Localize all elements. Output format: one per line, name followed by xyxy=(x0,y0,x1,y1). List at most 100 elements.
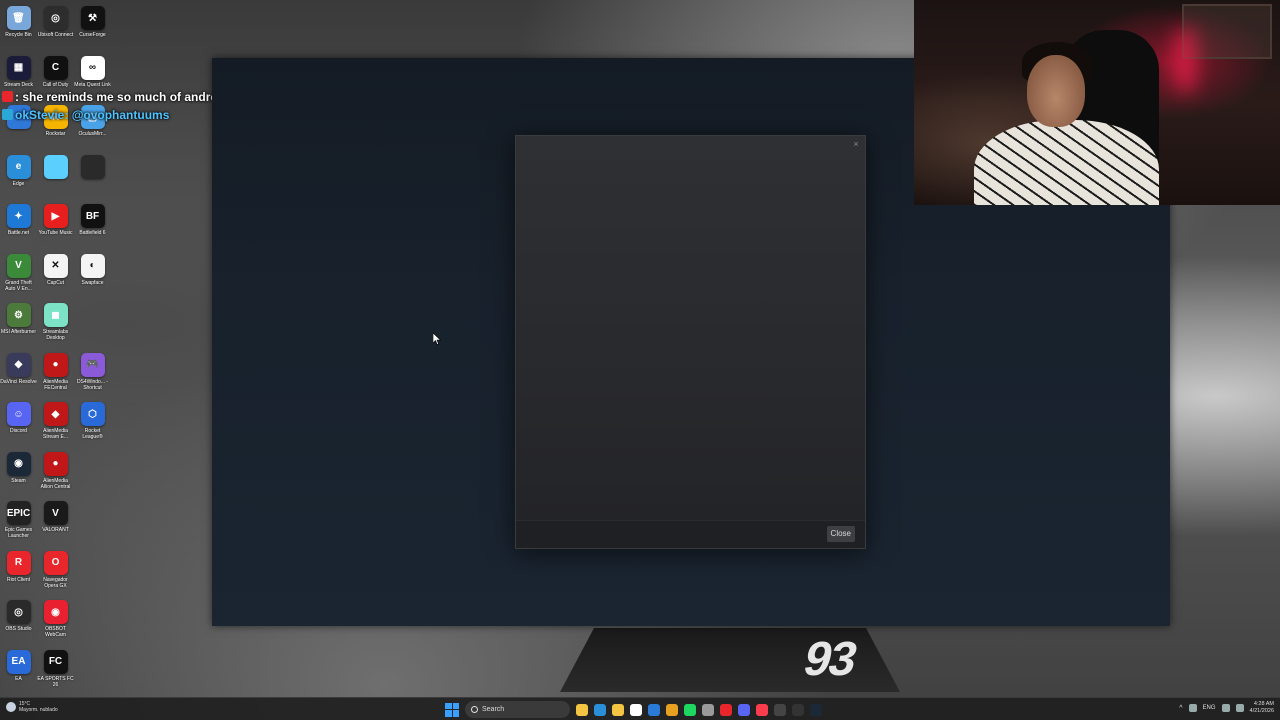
desktop-icon[interactable]: 🎮 DS4Windo... - Shortcut xyxy=(74,349,111,399)
chat-avatar-icon xyxy=(2,109,13,120)
stream-chat-overlay: : she reminds me so much of andrea 0____… xyxy=(2,88,287,124)
desktop-icon[interactable]: BF Battlefield 6 xyxy=(74,200,111,250)
desktop-icon-label: AlienMedia FECentral xyxy=(43,378,68,391)
desktop-icon[interactable]: e Edge xyxy=(0,151,37,201)
desktop-icon-label: Swapface xyxy=(81,279,104,286)
discord-icon[interactable] xyxy=(738,703,750,716)
desktop-icon[interactable]: ◎ OBS Studio xyxy=(0,596,37,646)
music-icon[interactable] xyxy=(756,703,768,716)
desktop-icon[interactable] xyxy=(37,151,74,201)
desktop-icon[interactable]: ✦ Battle.net xyxy=(0,200,37,250)
desktop-icon-label: Steam xyxy=(11,477,26,484)
valorant-icon: V xyxy=(43,501,68,525)
obs-icon[interactable] xyxy=(792,703,804,716)
search-label: Search xyxy=(482,706,505,713)
clock[interactable]: 4:28 AM 4/21/2026 xyxy=(1250,701,1274,715)
desktop-icon[interactable]: ▶ YouTube Music xyxy=(37,200,74,250)
obs-icon: ◎ xyxy=(6,600,31,624)
desktop-icon[interactable]: ● AlienMedia FECentral xyxy=(37,349,74,399)
desktop-icon[interactable]: ⚒ CurseForge xyxy=(74,2,111,52)
desktop-icon[interactable]: ● AlienMedia Allion Central xyxy=(37,448,74,498)
desktop-icon[interactable]: ◎ Ubisoft Connect xyxy=(37,2,74,52)
steam-icon[interactable] xyxy=(810,703,822,716)
desktop-icon[interactable]: V VALORANT xyxy=(37,497,74,547)
desktop-icon-label: OBS Studio xyxy=(5,626,32,632)
desktop-icon[interactable]: ◆ AlienMedia Stream E... xyxy=(37,398,74,448)
desktop-icon-label: Rocket League® xyxy=(82,428,103,440)
desktop-icon[interactable]: ◉ Steam xyxy=(0,448,37,498)
desktop-icon-label: MSI Afterburner xyxy=(0,329,36,335)
streamer-face xyxy=(1027,55,1085,127)
alienmedia-stream-icon: ◆ xyxy=(43,402,68,426)
weather-cloud-icon xyxy=(6,702,16,712)
streamdeck-icon[interactable] xyxy=(774,703,786,716)
desktop-icon[interactable]: 🗑 Recycle Bin xyxy=(0,2,37,52)
desktop-icon-label: EA SPORTS FC 26 xyxy=(37,675,74,688)
riot-client-icon: R xyxy=(6,550,31,575)
windows-start-icon[interactable] xyxy=(445,702,459,717)
weather-text: 15°C Mayorm. nublado xyxy=(19,701,58,713)
volume-icon[interactable] xyxy=(1235,704,1244,712)
desktop-icon-label: YouTube Music xyxy=(38,230,73,236)
alien-central-icon: ● xyxy=(43,451,68,476)
desktop-icon[interactable]: EA EA xyxy=(0,646,37,696)
edge-icon[interactable] xyxy=(594,703,606,716)
desktop-icon-label: Streamlabs Desktop xyxy=(42,329,69,341)
rocket-league-icon: ⬡ xyxy=(80,402,105,426)
file-explorer-icon[interactable] xyxy=(576,703,588,716)
desktop-icon-label: Recycle Bin xyxy=(5,32,32,38)
opera-gx-icon: O xyxy=(43,550,68,575)
blank-icon xyxy=(80,154,105,179)
chrome-icon[interactable] xyxy=(666,703,678,716)
desktop-icon-label: AlienMedia Allion Central xyxy=(40,477,71,490)
desktop-icon[interactable]: ◉ OBSBOT WebCam xyxy=(37,596,74,646)
network-icon[interactable] xyxy=(1221,704,1230,712)
desktop-icon-label: CurseForge xyxy=(79,32,106,38)
desktop-icon-label xyxy=(74,181,111,193)
system-tray: ^ ENG 4:28 AM 4/21/2026 xyxy=(1179,701,1274,715)
explorer-icon[interactable] xyxy=(612,703,624,716)
close-button[interactable]: Close xyxy=(826,526,855,542)
alienmedia-icon: ● xyxy=(43,352,68,377)
desktop-icon-label: EA xyxy=(15,675,22,682)
desktop-icon-label: Battlefield 6 xyxy=(79,230,106,236)
youtube-music-icon: ▶ xyxy=(43,204,68,228)
chat-message: okStevie: @ovophantuums xyxy=(2,106,202,124)
desktop-icon[interactable]: ⚙ MSI Afterburner xyxy=(0,299,37,349)
wall-frames xyxy=(1182,4,1272,59)
desktop-icon[interactable] xyxy=(74,151,111,201)
settings-icon[interactable] xyxy=(702,703,714,716)
recycle-bin-icon: 🗑 xyxy=(6,6,31,30)
clock-date: 4/21/2026 xyxy=(1249,708,1274,714)
desktop-icon-label: Battle.net xyxy=(7,230,30,236)
desktop-icon[interactable]: ⬡ Rocket League® xyxy=(74,398,111,448)
close-icon[interactable]: × xyxy=(850,138,862,150)
mail-icon[interactable] xyxy=(648,703,660,716)
desktop-icon[interactable]: EPIC Epic Games Launcher xyxy=(0,497,37,547)
taskbar-center: Search xyxy=(445,701,822,718)
desktop-icon[interactable]: ◆ DaVinci Resolve xyxy=(0,349,37,399)
desktop-icon[interactable]: FC EA SPORTS FC 26 xyxy=(37,646,74,696)
opera-gx-icon[interactable] xyxy=(720,703,732,716)
desktop-icon[interactable]: ☺ Discord xyxy=(0,398,37,448)
desktop-icon-label xyxy=(0,131,37,143)
ea-icon: EA xyxy=(6,649,31,674)
chevron-up-icon[interactable]: ^ xyxy=(1179,705,1182,712)
desktop-icon[interactable]: O Navegador Opera GX xyxy=(37,547,74,597)
weather-widget[interactable]: 15°C Mayorm. nublado xyxy=(6,701,58,713)
tray-app-icon[interactable] xyxy=(1188,704,1197,712)
language-indicator[interactable]: ENG xyxy=(1203,705,1216,711)
chat-avatar-icon xyxy=(2,91,13,102)
desktop-icon[interactable]: V Grand Theft Auto V En... xyxy=(0,250,37,300)
ds4windows-icon: 🎮 xyxy=(80,352,105,377)
spotify-icon[interactable] xyxy=(684,703,696,716)
desktop-icon[interactable]: ◐ Swapface xyxy=(74,250,111,300)
streamlabs-icon: ◼ xyxy=(43,303,68,327)
desktop-icon[interactable]: ✕ CapCut xyxy=(37,250,74,300)
store-icon[interactable] xyxy=(630,703,642,716)
taskbar-search[interactable]: Search xyxy=(465,701,570,718)
desktop-icon[interactable]: ◼ Streamlabs Desktop xyxy=(37,299,74,349)
desktop-icon-label: Riot Client xyxy=(6,576,31,583)
desktop-icon[interactable]: R Riot Client xyxy=(0,547,37,597)
desktop-icon-label: OculusMirr... xyxy=(78,131,107,137)
